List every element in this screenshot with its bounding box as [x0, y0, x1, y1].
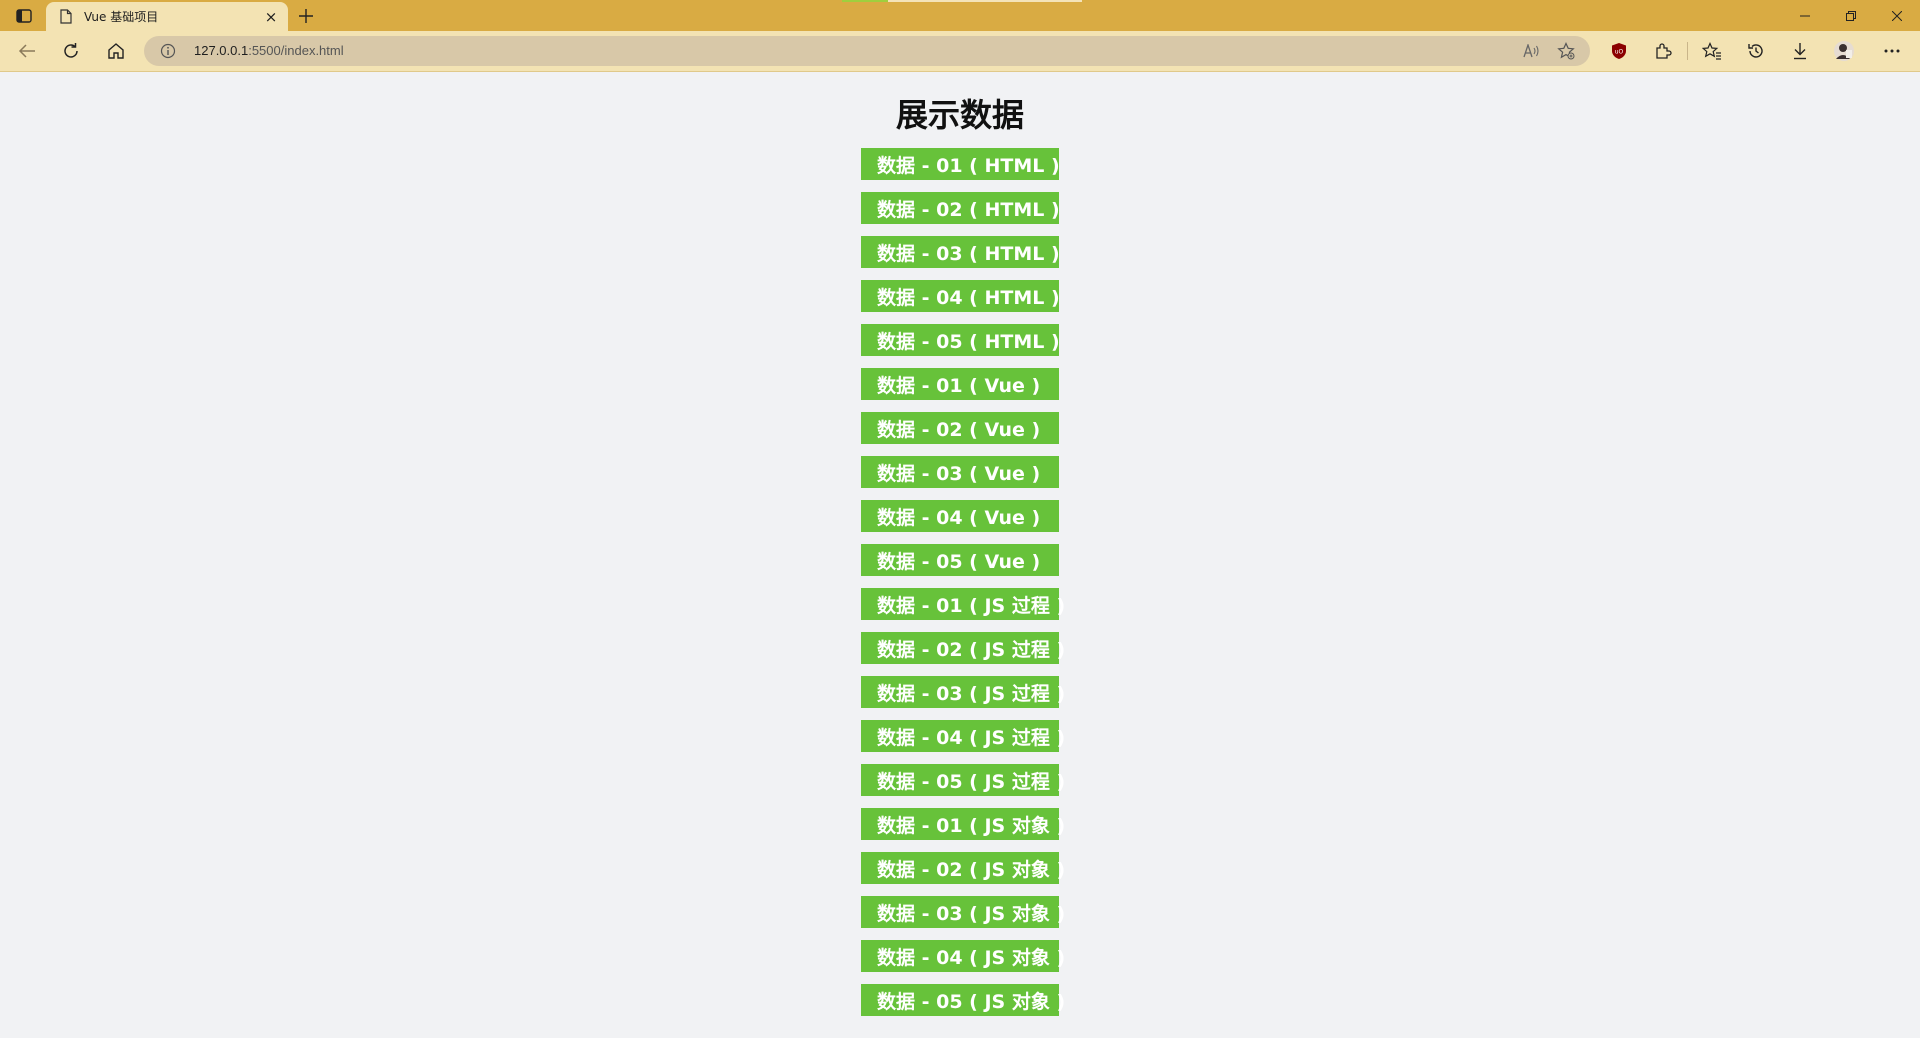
- refresh-icon[interactable]: [56, 37, 86, 65]
- tab-strip: Vue 基础项目 ×: [0, 0, 1920, 31]
- list-item[interactable]: 数据 - 01 ( HTML ): [861, 148, 1060, 180]
- browser-toolbar: 127.0.0.1:5500/index.html uO: [0, 31, 1920, 72]
- list-item[interactable]: 数据 - 02 ( Vue ): [861, 412, 1059, 444]
- list-item[interactable]: 数据 - 03 ( JS 过程 ): [861, 676, 1065, 708]
- window-close-icon[interactable]: [1874, 0, 1920, 31]
- tab-title: Vue 基础项目: [84, 10, 159, 24]
- extensions-icon[interactable]: [1648, 37, 1678, 65]
- list-item[interactable]: 数据 - 03 ( HTML ): [861, 236, 1060, 268]
- back-icon[interactable]: [12, 37, 42, 65]
- url-host: 127.0.0.1: [194, 43, 249, 58]
- close-icon[interactable]: ×: [260, 6, 282, 28]
- browser-window: Vue 基础项目 × 127.0.0.1:5500/index.html uO …: [0, 0, 1920, 1038]
- tabstrip-accent-2: [888, 0, 1082, 2]
- list-item[interactable]: 数据 - 05 ( JS 过程 ): [861, 764, 1065, 796]
- list-item[interactable]: 数据 - 05 ( JS 对象 ): [861, 984, 1065, 1016]
- list-item[interactable]: 数据 - 03 ( JS 对象 ): [861, 896, 1065, 928]
- restore-icon[interactable]: [1828, 0, 1874, 31]
- list-item[interactable]: 数据 - 02 ( HTML ): [861, 192, 1060, 224]
- favorite-add-icon[interactable]: [1556, 41, 1576, 61]
- window-controls: [1782, 0, 1920, 31]
- list-item[interactable]: 数据 - 01 ( JS 过程 ): [861, 588, 1065, 620]
- list-item[interactable]: 数据 - 04 ( Vue ): [861, 500, 1059, 532]
- favorites-icon[interactable]: [1697, 37, 1727, 65]
- list-item[interactable]: 数据 - 01 ( JS 对象 ): [861, 808, 1065, 840]
- list-item[interactable]: 数据 - 02 ( JS 过程 ): [861, 632, 1065, 664]
- list-item[interactable]: 数据 - 01 ( Vue ): [861, 368, 1059, 400]
- page-title: 展示数据: [895, 96, 1024, 134]
- list-item[interactable]: 数据 - 05 ( HTML ): [861, 324, 1060, 356]
- browser-tab[interactable]: Vue 基础项目 ×: [46, 2, 288, 31]
- info-icon[interactable]: [160, 43, 176, 59]
- ublock-icon[interactable]: uO: [1604, 37, 1634, 65]
- page-icon: [60, 9, 74, 25]
- address-bar[interactable]: 127.0.0.1:5500/index.html: [144, 36, 1590, 66]
- minimize-icon[interactable]: [1782, 0, 1828, 31]
- url-path: :5500/index.html: [248, 43, 344, 58]
- history-icon[interactable]: [1741, 37, 1771, 65]
- tab-actions-icon[interactable]: [10, 5, 38, 27]
- toolbar-divider: [1687, 42, 1688, 60]
- profile-avatar[interactable]: [1829, 37, 1859, 65]
- more-icon[interactable]: [1877, 37, 1907, 65]
- list-item[interactable]: 数据 - 02 ( JS 对象 ): [861, 852, 1065, 884]
- svg-text:uO: uO: [1615, 49, 1624, 56]
- home-icon[interactable]: [101, 37, 131, 65]
- list-item[interactable]: 数据 - 03 ( Vue ): [861, 456, 1059, 488]
- list-item[interactable]: 数据 - 05 ( Vue ): [861, 544, 1059, 576]
- list-item[interactable]: 数据 - 04 ( JS 对象 ): [861, 940, 1065, 972]
- list-item[interactable]: 数据 - 04 ( HTML ): [861, 280, 1060, 312]
- page-content: 展示数据 数据 - 01 ( HTML ) 数据 - 02 ( HTML ) 数据 …: [0, 72, 1920, 1038]
- downloads-icon[interactable]: [1785, 37, 1815, 65]
- data-list: 数据 - 01 ( HTML ) 数据 - 02 ( HTML ) 数据 - 03 …: [861, 148, 1065, 1028]
- tabstrip-accent: [842, 0, 890, 2]
- url-text[interactable]: 127.0.0.1:5500/index.html: [194, 43, 344, 58]
- list-item[interactable]: 数据 - 04 ( JS 过程 ): [861, 720, 1065, 752]
- read-aloud-icon[interactable]: [1522, 41, 1542, 61]
- plus-icon[interactable]: [294, 4, 318, 28]
